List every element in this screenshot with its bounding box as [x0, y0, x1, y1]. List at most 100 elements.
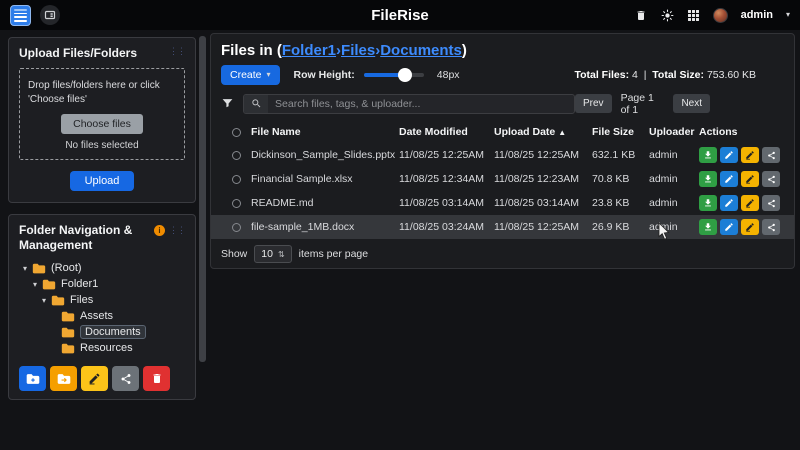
breadcrumb-documents[interactable]: Documents: [380, 42, 462, 59]
breadcrumb-files[interactable]: Files: [341, 42, 375, 59]
download-button[interactable]: [699, 171, 717, 187]
file-name[interactable]: file-sample_1MB.docx: [251, 221, 399, 233]
share-icon: [120, 373, 132, 385]
create-folder-button[interactable]: [19, 366, 46, 391]
apps-grid-button[interactable]: [687, 9, 700, 22]
share-icon: [767, 223, 776, 232]
select-all-checkbox[interactable]: [232, 128, 241, 137]
rename-folder-button[interactable]: [81, 366, 108, 391]
filter-button[interactable]: [221, 97, 234, 110]
folder-icon: [61, 343, 75, 354]
file-name[interactable]: Dickinson_Sample_Slides.pptx: [251, 149, 399, 161]
no-files-text: No files selected: [28, 140, 176, 151]
share-button[interactable]: [762, 195, 780, 211]
column-uploader[interactable]: Uploader: [649, 126, 699, 138]
rename-button[interactable]: [741, 219, 759, 235]
row-checkbox[interactable]: [232, 199, 241, 208]
search-row: Prev Page 1 of 1 Next: [221, 93, 784, 114]
row-checkbox[interactable]: [232, 223, 241, 232]
rename-button[interactable]: [741, 147, 759, 163]
upload-date: 11/08/25 12:23AM: [494, 173, 592, 185]
tree-item-resources[interactable]: Resources: [19, 340, 185, 356]
row-height-slider[interactable]: [364, 73, 424, 77]
table-row[interactable]: Dickinson_Sample_Slides.pptx 11/08/25 12…: [211, 143, 794, 167]
share-folder-button[interactable]: [112, 366, 139, 391]
edit-button[interactable]: [720, 219, 738, 235]
caret-down-icon[interactable]: ▾: [42, 296, 51, 305]
column-file-size[interactable]: File Size: [592, 126, 649, 138]
file-name[interactable]: README.md: [251, 197, 399, 209]
share-button[interactable]: [762, 171, 780, 187]
user-menu-label[interactable]: admin: [741, 9, 773, 21]
toggle-sidebar-button[interactable]: [40, 5, 60, 25]
upload-date: 11/08/25 12:25AM: [494, 221, 592, 233]
prev-page-button[interactable]: Prev: [575, 94, 612, 113]
caret-down-icon[interactable]: ▾: [23, 264, 32, 273]
row-checkbox[interactable]: [232, 175, 241, 184]
tree-item-files[interactable]: ▾ Files: [19, 292, 185, 308]
trash-button[interactable]: [635, 9, 648, 22]
pencil-icon: [724, 222, 734, 232]
rename-button[interactable]: [741, 171, 759, 187]
folder-tree: ▾ (Root) ▾ Folder1 ▾ Files Assets: [19, 260, 185, 356]
tree-item-documents-selected[interactable]: Documents: [19, 324, 185, 340]
tree-item-folder1[interactable]: ▾ Folder1: [19, 276, 185, 292]
filerise-app: FileRise admin: [0, 0, 800, 450]
file-size: 632.1 KB: [592, 149, 649, 161]
file-name[interactable]: Financial Sample.xlsx: [251, 173, 399, 185]
date-modified: 11/08/25 12:25AM: [399, 149, 494, 161]
delete-folder-button[interactable]: [143, 366, 170, 391]
next-page-button[interactable]: Next: [673, 94, 710, 113]
caret-down-icon: ▾: [267, 71, 271, 79]
drag-handle-icon[interactable]: ⋮⋮: [169, 46, 185, 57]
upload-dropzone[interactable]: Drop files/folders here or click 'Choose…: [19, 68, 185, 160]
sort-asc-icon: ▲: [558, 128, 566, 137]
chevron-down-icon[interactable]: ▾: [786, 11, 790, 19]
caret-down-icon[interactable]: ▾: [33, 280, 42, 289]
share-button[interactable]: [762, 147, 780, 163]
share-button[interactable]: [762, 219, 780, 235]
move-folder-button[interactable]: [50, 366, 77, 391]
drag-handle-icon[interactable]: ⋮⋮: [169, 225, 185, 236]
pencil-icon: [745, 198, 755, 208]
breadcrumb-folder1[interactable]: Folder1: [282, 42, 336, 59]
search-input[interactable]: [268, 98, 574, 110]
tree-item-assets[interactable]: Assets: [19, 308, 185, 324]
row-checkbox[interactable]: [232, 151, 241, 160]
upload-button[interactable]: Upload: [70, 171, 135, 191]
sidebar-scrollbar[interactable]: [199, 36, 206, 362]
theme-toggle-button[interactable]: [661, 9, 674, 22]
table-row[interactable]: Financial Sample.xlsx 11/08/25 12:34AM 1…: [211, 167, 794, 191]
files-toolbar: Create ▾ Row Height: 48px Total Files: 4…: [221, 65, 784, 85]
download-icon: [703, 174, 713, 184]
edit-button[interactable]: [720, 195, 738, 211]
column-upload-date[interactable]: Upload Date▲: [494, 126, 592, 138]
edit-button[interactable]: [720, 171, 738, 187]
folder-navigation-card: Folder Navigation & Management i ⋮⋮ ▾ (R…: [8, 214, 196, 400]
show-label: Show: [221, 248, 247, 260]
download-button[interactable]: [699, 195, 717, 211]
table-row-hovered[interactable]: file-sample_1MB.docx 11/08/25 03:24AM 11…: [211, 215, 794, 239]
select-stepper-icon: ⇅: [278, 250, 285, 259]
date-modified: 11/08/25 03:14AM: [399, 197, 494, 209]
page-status: Page 1 of 1: [621, 92, 665, 116]
user-avatar[interactable]: [713, 8, 728, 23]
choose-files-button[interactable]: Choose files: [61, 114, 143, 134]
upload-card: Upload Files/Folders ⋮⋮ Drop files/folde…: [8, 37, 196, 203]
tree-item-root[interactable]: ▾ (Root): [19, 260, 185, 276]
search-box: [243, 94, 575, 114]
table-row[interactable]: README.md 11/08/25 03:14AM 11/08/25 03:1…: [211, 191, 794, 215]
slider-thumb[interactable]: [398, 68, 412, 82]
info-icon[interactable]: i: [154, 225, 165, 236]
rename-button[interactable]: [741, 195, 759, 211]
download-button[interactable]: [699, 147, 717, 163]
column-date-modified[interactable]: Date Modified: [399, 126, 494, 138]
column-file-name[interactable]: File Name: [251, 126, 399, 138]
pagination: Prev Page 1 of 1 Next: [575, 92, 710, 116]
trash-icon: [635, 9, 647, 22]
page-size-select[interactable]: 10 ⇅: [254, 245, 291, 263]
pencil-icon: [724, 198, 734, 208]
edit-button[interactable]: [720, 147, 738, 163]
create-button[interactable]: Create ▾: [221, 65, 280, 85]
download-button[interactable]: [699, 219, 717, 235]
